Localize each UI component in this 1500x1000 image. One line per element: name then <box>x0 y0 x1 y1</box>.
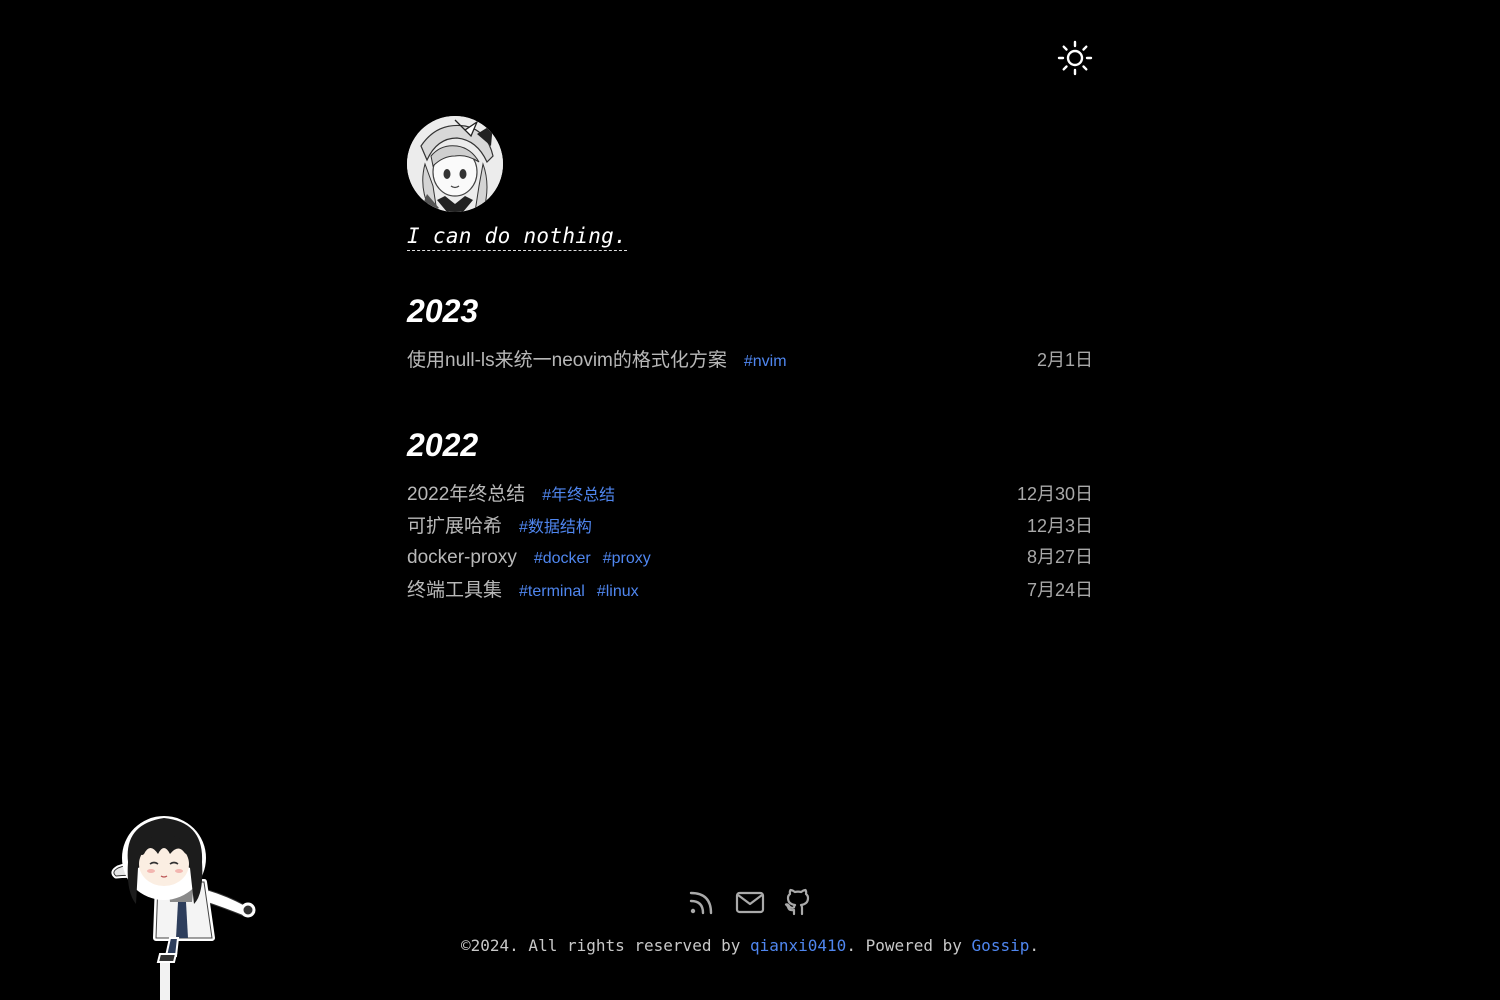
post-tag[interactable]: #docker <box>534 550 591 568</box>
post-item: 使用null-ls来统一neovim的格式化方案 #nvim 2月1日 <box>407 345 1093 377</box>
engine-link[interactable]: Gossip <box>972 936 1030 955</box>
post-list: 2022年终总结 #年终总结 12月30日 可扩展哈希 #数据结构 12月3日 … <box>407 479 1093 607</box>
motto: I can do nothing. <box>407 224 628 251</box>
year-heading: 2023 <box>407 293 479 329</box>
post-date: 2月1日 <box>1036 350 1093 370</box>
avatar[interactable] <box>407 116 503 212</box>
year-section-2023: 2023 使用null-ls来统一neovim的格式化方案 #nvim 2月1日 <box>407 295 1093 377</box>
post-title[interactable]: 2022年终总结 <box>407 479 525 506</box>
mascot-character-image <box>111 816 256 1000</box>
post-date: 12月30日 <box>1016 484 1093 504</box>
year-section-2022: 2022 2022年终总结 #年终总结 12月30日 可扩展哈希 #数据结构 1… <box>407 429 1093 607</box>
post-tag[interactable]: #nvim <box>744 353 787 371</box>
theme-toggle-button[interactable] <box>1057 40 1093 76</box>
post-title[interactable]: 终端工具集 <box>407 575 502 602</box>
post-date: 12月3日 <box>1026 516 1093 536</box>
post-tag[interactable]: #数据结构 <box>519 513 592 537</box>
mascot-widget[interactable] <box>108 806 258 1000</box>
post-title[interactable]: 使用null-ls来统一neovim的格式化方案 <box>407 345 727 372</box>
post-item: 可扩展哈希 #数据结构 12月3日 <box>407 511 1093 543</box>
copyright-prefix: ©2024. All rights reserved by <box>461 936 750 955</box>
sun-icon <box>1057 40 1093 76</box>
post-tag[interactable]: #年终总结 <box>542 481 615 505</box>
powered-by-text: . Powered by <box>846 936 972 955</box>
post-title[interactable]: docker-proxy <box>407 547 517 569</box>
post-item: 2022年终总结 #年终总结 12月30日 <box>407 479 1093 511</box>
author-link[interactable]: qianxi0410 <box>750 936 846 955</box>
mail-link[interactable] <box>734 886 766 918</box>
main-content: I can do nothing. 2023 使用null-ls来统一neovi… <box>407 116 1093 607</box>
post-date: 8月27日 <box>1026 547 1093 567</box>
post-date: 7月24日 <box>1026 580 1093 600</box>
post-tag[interactable]: #terminal <box>519 583 585 601</box>
footer-links <box>686 886 814 918</box>
post-tag[interactable]: #proxy <box>603 550 651 568</box>
github-icon <box>784 888 810 916</box>
post-item: docker-proxy #docker #proxy 8月27日 <box>407 543 1093 575</box>
footer-suffix: . <box>1029 936 1039 955</box>
post-tag[interactable]: #linux <box>597 583 639 601</box>
year-heading: 2022 <box>407 427 479 463</box>
avatar-image <box>407 116 503 212</box>
github-link[interactable] <box>782 886 814 918</box>
post-item: 终端工具集 #terminal #linux 7月24日 <box>407 575 1093 607</box>
rss-link[interactable] <box>686 886 718 918</box>
post-list: 使用null-ls来统一neovim的格式化方案 #nvim 2月1日 <box>407 345 1093 377</box>
mail-icon <box>735 891 765 914</box>
rss-icon <box>689 891 713 915</box>
post-title[interactable]: 可扩展哈希 <box>407 511 502 538</box>
